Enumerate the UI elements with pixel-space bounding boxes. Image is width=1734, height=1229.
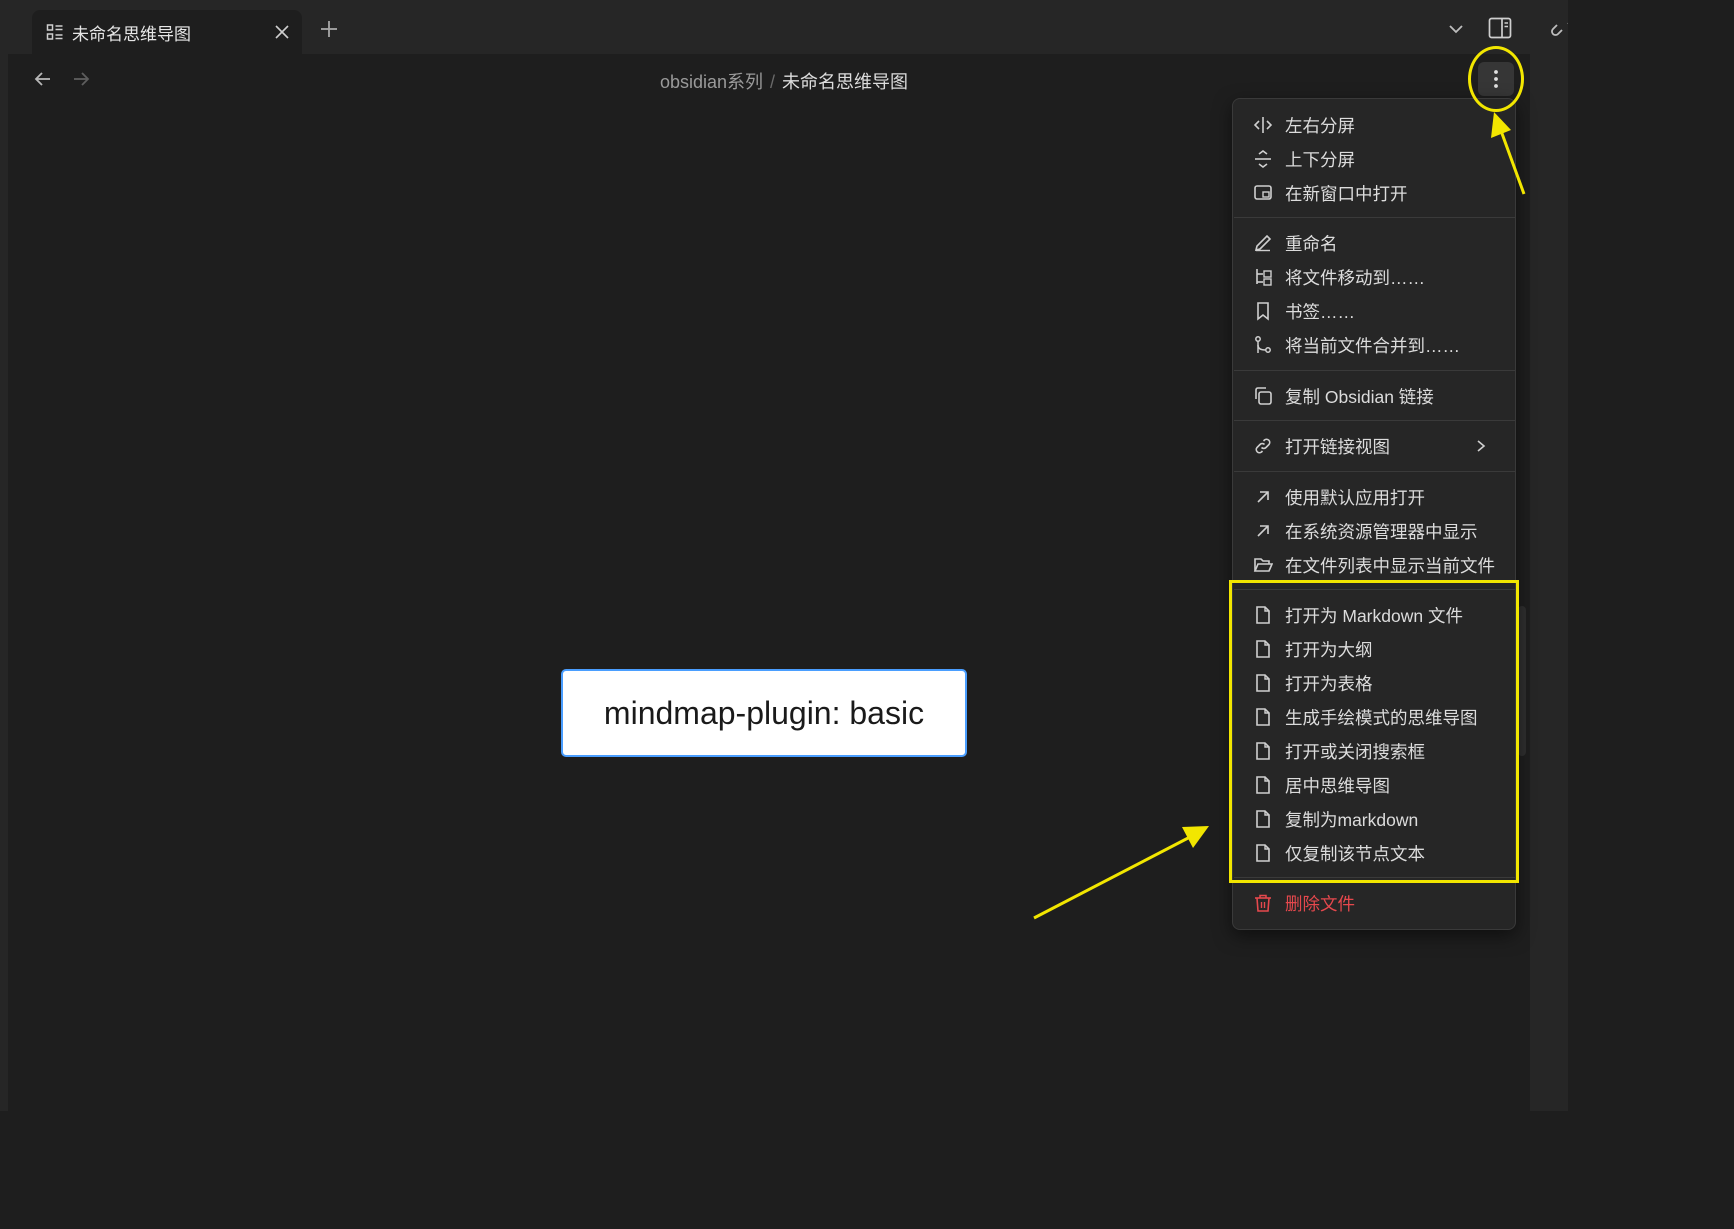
mindmap-root-text: mindmap-plugin: basic — [603, 694, 925, 731]
layout-list-icon — [46, 24, 63, 40]
menu-item-split-down[interactable]: 上下分屏 — [1241, 143, 1507, 175]
bookmark-icon — [1253, 301, 1273, 321]
menu-separator — [1234, 471, 1516, 472]
new-tab-button[interactable] — [314, 14, 344, 44]
tab-active[interactable]: 未命名思维导图 — [32, 10, 302, 54]
sidebar-toggle-button[interactable] — [1484, 12, 1516, 44]
tab-list-button[interactable] — [1442, 14, 1470, 44]
close-icon — [275, 25, 289, 39]
menu-item-move-file[interactable]: 将文件移动到…… — [1241, 261, 1507, 293]
scrollbar[interactable] — [1518, 606, 1526, 756]
plus-icon — [321, 21, 337, 37]
menu-item-reveal-in-file-list[interactable]: 在文件列表中显示当前文件 — [1241, 549, 1507, 581]
arrow-up-right-icon — [1253, 487, 1273, 507]
menu-item-open-default-app[interactable]: 使用默认应用打开 — [1241, 481, 1507, 513]
menu-item-label: 左右分屏 — [1285, 115, 1355, 136]
link-icon — [1551, 22, 1568, 36]
breadcrumb-parent[interactable]: obsidian系列 — [660, 72, 763, 92]
menu-item-label: 将当前文件合并到…… — [1285, 335, 1460, 356]
folder-tree-icon — [1253, 267, 1273, 287]
sidebar-right-icon — [1488, 17, 1512, 39]
menu-item-label: 在系统资源管理器中显示 — [1285, 521, 1478, 542]
menu-item-label: 在新窗口中打开 — [1285, 183, 1408, 204]
new-window-icon — [1253, 183, 1273, 203]
menu-item-label: 删除文件 — [1285, 893, 1355, 914]
menu-item-label: 使用默认应用打开 — [1285, 487, 1425, 508]
menu-item-label: 将文件移动到…… — [1285, 267, 1425, 288]
menu-item-merge-file[interactable]: 将当前文件合并到…… — [1241, 329, 1507, 361]
git-merge-icon — [1253, 335, 1273, 355]
menu-item-show-in-explorer[interactable]: 在系统资源管理器中显示 — [1241, 515, 1507, 547]
link-icon — [1253, 436, 1273, 456]
mindmap-root-node[interactable]: mindmap-plugin: basic — [561, 669, 967, 757]
menu-separator — [1234, 370, 1516, 371]
chevron-right-icon — [1471, 436, 1491, 456]
menu-item-open-link-view[interactable]: 打开链接视图 — [1241, 430, 1507, 462]
menu-item-bookmark[interactable]: 书签…… — [1241, 295, 1507, 327]
chevron-down-icon — [1449, 25, 1463, 34]
menu-item-copy-obsidian-link[interactable]: 复制 Obsidian 链接 — [1241, 380, 1507, 412]
menu-item-label: 在文件列表中显示当前文件 — [1285, 555, 1495, 576]
menu-item-split-right[interactable]: 左右分屏 — [1241, 109, 1507, 141]
breadcrumb: obsidian系列 / 未命名思维导图 — [0, 68, 1568, 94]
left-edge — [0, 54, 8, 1111]
tab-title: 未命名思维导图 — [72, 24, 191, 44]
right-sidebar-edge — [1530, 54, 1568, 1111]
arrow-up-right-icon — [1253, 521, 1273, 541]
breadcrumb-separator: / — [770, 72, 776, 92]
annotation-circle — [1468, 46, 1524, 112]
menu-separator — [1234, 217, 1516, 218]
folder-open-icon — [1253, 555, 1273, 575]
split-vertical-icon — [1253, 149, 1273, 169]
trash-icon — [1253, 893, 1273, 913]
menu-item-label: 打开链接视图 — [1285, 436, 1390, 457]
split-horizontal-icon — [1253, 115, 1273, 135]
menu-item-label: 上下分屏 — [1285, 149, 1355, 170]
menu-item-label: 复制 Obsidian 链接 — [1285, 386, 1434, 407]
tab-close-button[interactable] — [262, 17, 302, 47]
breadcrumb-current[interactable]: 未命名思维导图 — [782, 72, 908, 92]
menu-item-delete-file[interactable]: 删除文件 — [1241, 887, 1507, 919]
menu-item-open-new-window[interactable]: 在新窗口中打开 — [1241, 177, 1507, 209]
copy-icon — [1253, 386, 1273, 406]
pencil-icon — [1253, 233, 1273, 253]
annotation-box — [1229, 580, 1519, 883]
link-button[interactable] — [1550, 12, 1568, 44]
menu-separator — [1234, 420, 1516, 421]
menu-item-rename[interactable]: 重命名 — [1241, 227, 1507, 259]
menu-item-label: 重命名 — [1285, 233, 1338, 254]
menu-item-label: 书签…… — [1285, 301, 1355, 322]
